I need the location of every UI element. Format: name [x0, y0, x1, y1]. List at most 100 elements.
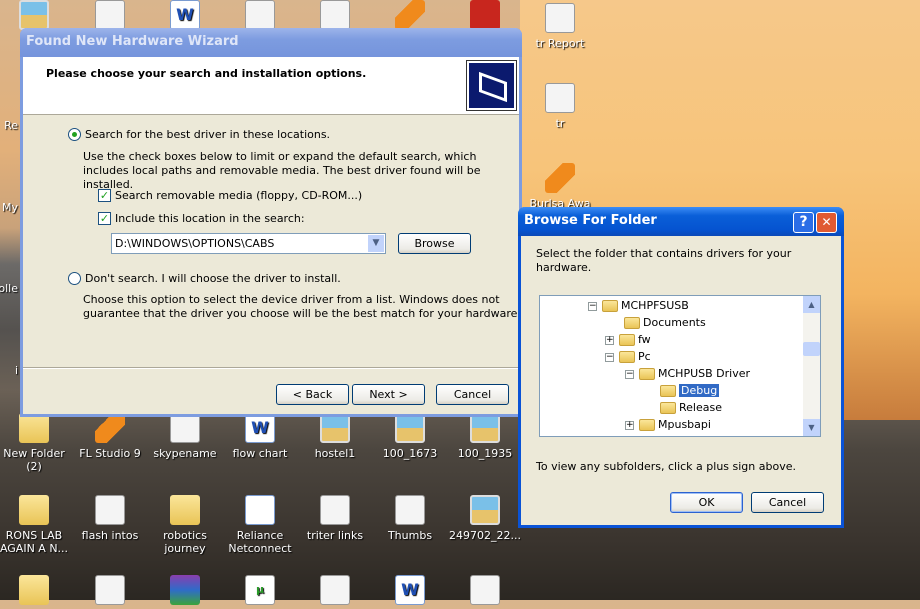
desktop-icon-label: Thumbs: [387, 529, 433, 542]
desktop-icon-label[interactable]: colle: [0, 282, 18, 295]
desktop-icon[interactable]: Burlsa Awa: [522, 163, 598, 210]
net-icon: [245, 495, 275, 525]
collapse-icon[interactable]: −: [605, 352, 614, 362]
desktop-icon[interactable]: [147, 575, 223, 609]
browse-hint: To view any subfolders, click a plus sig…: [536, 460, 796, 473]
scroll-thumb[interactable]: [803, 342, 820, 356]
green-icon: µ: [245, 575, 275, 605]
close-icon[interactable]: ✕: [816, 212, 837, 233]
removable-media-checkbox[interactable]: ✓: [98, 189, 111, 202]
ok-button[interactable]: OK: [670, 492, 743, 513]
tree-scrollbar[interactable]: ▲ ▼: [803, 296, 820, 436]
include-location-checkbox[interactable]: ✓: [98, 212, 111, 225]
tree-item[interactable]: Debug: [660, 382, 720, 399]
folder-icon: [619, 351, 635, 363]
collapse-icon[interactable]: −: [588, 301, 597, 311]
desktop-icon-label: FL Studio 9: [79, 447, 141, 460]
browse-instruction: Select the folder that contains drivers …: [536, 247, 792, 274]
search-best-driver-radio[interactable]: [68, 128, 81, 141]
desktop-icon[interactable]: W: [372, 575, 448, 609]
desktop-icon[interactable]: tr: [522, 83, 598, 130]
img-icon: [395, 413, 425, 443]
desktop-icon[interactable]: RONS LAB AGAIN A N...: [0, 495, 72, 555]
tree-item-label: Pc: [638, 350, 651, 363]
cancel-button[interactable]: Cancel: [436, 384, 509, 405]
tree-item[interactable]: Release: [660, 399, 722, 416]
tree-item[interactable]: − Pc: [605, 348, 651, 365]
desktop-icon[interactable]: 100_1935: [447, 413, 523, 460]
zip-icon: [170, 575, 200, 605]
doc-icon: [320, 495, 350, 525]
desktop-icon-label: tr Report: [535, 37, 585, 50]
scroll-up-button[interactable]: ▲: [803, 296, 820, 313]
doc-icon: [95, 575, 125, 605]
desktop-icon[interactable]: robotics journey: [147, 495, 223, 555]
desktop-icon[interactable]: flash intos: [72, 495, 148, 542]
help-button[interactable]: ?: [793, 212, 814, 233]
expand-icon[interactable]: +: [625, 420, 634, 430]
tree-item[interactable]: Documents: [624, 314, 706, 331]
folder-icon: [624, 317, 640, 329]
desktop-icon-label[interactable]: Re: [0, 119, 18, 132]
tree-item-label: Mpusbapi: [658, 418, 711, 431]
desktop-icon[interactable]: FL Studio 9: [72, 413, 148, 460]
location-combobox[interactable]: D:\WINDOWS\OPTIONS\CABS ▼: [111, 233, 386, 254]
desktop-icon-label[interactable]: My: [0, 201, 18, 214]
include-location-label[interactable]: Include this location in the search:: [115, 212, 305, 226]
desktop-icon[interactable]: hostel1: [297, 413, 373, 460]
desktop-icon[interactable]: 249702_22...: [447, 495, 523, 542]
desktop-icon[interactable]: [0, 575, 72, 609]
desktop-icon-label: 100_1935: [457, 447, 513, 460]
chevron-down-icon[interactable]: ▼: [368, 235, 384, 252]
dont-search-radio[interactable]: [68, 272, 81, 285]
red-icon: [470, 0, 500, 30]
wizard-heading: Please choose your search and installati…: [46, 67, 367, 80]
img-icon: [320, 413, 350, 443]
desktop-icon[interactable]: µ: [222, 575, 298, 609]
desktop-icon-label: flow chart: [232, 447, 288, 460]
tree-item[interactable]: + fw: [605, 331, 651, 348]
desktop-icon-label: RONS LAB AGAIN A N...: [0, 529, 69, 555]
dont-search-label[interactable]: Don't search. I will choose the driver t…: [85, 272, 341, 286]
desktop-icon[interactable]: [297, 575, 373, 609]
collapse-icon[interactable]: −: [625, 369, 634, 379]
desktop-icon[interactable]: Wflow chart: [222, 413, 298, 460]
tree-item-label: MCHPUSB Driver: [658, 367, 751, 380]
desktop-icon[interactable]: Reliance Netconnect: [222, 495, 298, 555]
back-button[interactable]: < Back: [276, 384, 349, 405]
desktop-icon[interactable]: skypename: [147, 413, 223, 460]
tree-item[interactable]: − MCHPFSUSB: [588, 297, 689, 314]
location-value: D:\WINDOWS\OPTIONS\CABS: [115, 237, 275, 250]
folder-icon: [660, 385, 676, 397]
desktop-icon[interactable]: tr Report: [522, 3, 598, 50]
wizard-title-bar[interactable]: Found New Hardware Wizard: [20, 28, 522, 57]
word-icon: W: [245, 413, 275, 443]
browse-button[interactable]: Browse: [398, 233, 471, 254]
desktop-icon-label[interactable]: i: [0, 364, 18, 377]
folder-icon: [660, 402, 676, 414]
tree-item[interactable]: − MCHPUSB Driver: [625, 365, 750, 382]
browse-cancel-button[interactable]: Cancel: [751, 492, 824, 513]
tree-item-label: Debug: [679, 384, 720, 397]
search-best-driver-label[interactable]: Search for the best driver in these loca…: [85, 128, 330, 142]
removable-media-label[interactable]: Search removable media (floppy, CD-ROM..…: [115, 189, 362, 203]
browse-title: Browse For Folder: [524, 213, 657, 228]
desktop-icon[interactable]: [447, 575, 523, 609]
expand-icon[interactable]: +: [605, 335, 614, 345]
next-button[interactable]: Next >: [352, 384, 425, 405]
search-description: Use the check boxes below to limit or ex…: [83, 150, 481, 191]
desktop-icon[interactable]: [72, 575, 148, 609]
vlc-icon: [395, 0, 425, 30]
doc-icon: [545, 3, 575, 33]
desktop-icon[interactable]: 100_1673: [372, 413, 448, 460]
desktop-icon[interactable]: Thumbs: [372, 495, 448, 542]
desktop-icon-label: 100_1673: [382, 447, 438, 460]
desktop-icon[interactable]: triter links: [297, 495, 373, 542]
folder-icon: [19, 413, 49, 443]
desktop-icon[interactable]: New Folder (2): [0, 413, 72, 473]
browse-title-bar[interactable]: Browse For Folder ? ✕: [518, 207, 844, 236]
scroll-down-button[interactable]: ▼: [803, 419, 820, 436]
folder-tree[interactable]: − MCHPFSUSB Documents + fw − Pc − MCHPUSB Driver…: [539, 295, 821, 437]
tree-item[interactable]: + Mpusbapi: [625, 416, 711, 433]
folder-icon: [170, 495, 200, 525]
